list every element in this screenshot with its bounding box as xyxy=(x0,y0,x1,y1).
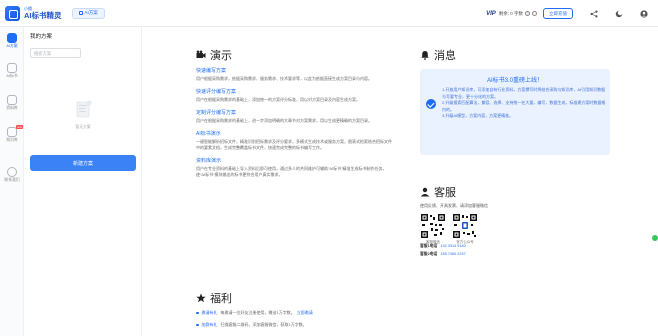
demo-desc: 用户在根据采购需求的基础上，添加统一的方案评分标准，用以对方案目录及内容生成方案… xyxy=(196,97,360,102)
top-bar: 小蜻 AI标书精灵 AI方案 VIP 剩余: 0 字数 ? 立即充值 xyxy=(0,0,658,27)
welfare-item: 邀请有礼 每邀请一位好友注册使用，赠送1万字数。 立即邀请 xyxy=(196,310,496,316)
plans-title: 我的方案 xyxy=(30,34,53,40)
welfare-text: 每邀请一位好友注册使用，赠送1万字数。 xyxy=(220,310,295,315)
balance-text: 剩余: 0 字数 xyxy=(498,10,523,16)
welfare-text: 扫描客服二维码，添加客服微信，获取1万字数。 xyxy=(220,322,307,327)
user-avatar-icon[interactable] xyxy=(639,9,648,18)
demo-item: 资料库演示 用户在专业资料的基础上导入资料后即可使用，通过多人的共同维护可辅助“… xyxy=(196,157,392,178)
bell-icon xyxy=(421,51,429,60)
contact-label: 客服1电话 xyxy=(420,244,438,248)
rail-label: AI方案 xyxy=(6,44,18,48)
official-account-qr-code xyxy=(452,213,478,239)
rail-label: 联系我们 xyxy=(4,178,20,182)
service-heading: 客服 xyxy=(420,184,456,200)
plans-sidebar: 我的方案 暂无方案 新建方案 xyxy=(24,27,142,336)
new-badge: new xyxy=(15,125,23,129)
demo-item: 快速编写方案 用户根据采购需求，依据采购需求、服务需求、技术要求等，以此为依据直… xyxy=(196,67,392,82)
rail-label: AI标书 xyxy=(6,74,18,78)
word-balance: 剩余: 0 字数 ? xyxy=(499,11,537,17)
check-circle-icon xyxy=(426,99,436,109)
demo-list: 快速编写方案 用户根据采购需求，依据采购需求、服务需求、技术要求等，以此为依据直… xyxy=(196,67,392,184)
app-logo[interactable]: 小蜻 AI标书精灵 xyxy=(5,5,62,21)
notice-lines: 1.开放用户知识库，可添加自有行业资料，方案撰写时将结合采购与知识库，AI引用知… xyxy=(442,87,606,120)
welfare-heading: 福利 xyxy=(196,290,232,306)
recharge-button[interactable]: 立即充值 xyxy=(543,8,573,19)
demo-title-link[interactable]: 快速评分编写方案 xyxy=(196,88,392,95)
welfare-list: 邀请有礼 每邀请一位好友注册使用，赠送1万字数。 立即邀请 加群有礼 扫描客服二… xyxy=(196,310,496,334)
plan-search-input[interactable] xyxy=(30,48,81,58)
demo-desc: 用户根据采购需求，依据采购需求、服务需求、技术要求等，以此为依据直接生成方案目录… xyxy=(196,76,372,81)
demo-title-link[interactable]: 定制评分编写方案 xyxy=(196,109,392,116)
rail-item-ai-bid[interactable]: AI标书 xyxy=(0,63,24,79)
main-content: 演示 快速编写方案 用户根据采购需求，依据采购需求、服务需求、技术要求等，以此为… xyxy=(142,27,658,336)
history-icon[interactable] xyxy=(532,11,537,16)
invite-link[interactable]: 立即邀请 xyxy=(297,310,313,316)
contact-line: 客服2电话 155 7450 2247 xyxy=(420,252,466,257)
demo-desc: 用户在专业资料的基础上导入资料后即可使用，通过多人的共同维护可辅助“AI标书”精… xyxy=(196,166,387,177)
chip-label: AI方案 xyxy=(84,10,98,15)
rail-item-library[interactable]: 资料库 xyxy=(0,95,24,111)
demo-desc: 用户在根据采购需求的基础上，进一步添加明确的大章节对方案需求，用以生成更精确的方… xyxy=(196,118,372,123)
contact-label: 客服2电话 xyxy=(420,252,438,256)
demo-item: 快速评分编写方案 用户在根据采购需求的基础上，添加统一的方案评分标准，用以对方案… xyxy=(196,88,392,103)
demo-title-link[interactable]: 资料库演示 xyxy=(196,157,392,164)
notice-title: AI标书3.0重磅上线！ xyxy=(486,78,543,84)
demo-title-link[interactable]: 快速编写方案 xyxy=(196,67,392,74)
contact-phone[interactable]: 132 3314 9140 xyxy=(440,244,465,248)
notice-heading: 消息 xyxy=(420,47,456,63)
notice-line: 1.开放用户知识库，可添加自有行业资料，方案撰写时将结合采购与知识库，AI引用知… xyxy=(442,87,606,99)
bullet-dot xyxy=(196,311,199,315)
float-help-button[interactable] xyxy=(652,235,658,241)
folder-icon xyxy=(7,95,17,105)
notice-line: 3.升级AI模型，方案内容，方案更精准。 xyxy=(442,113,514,118)
contact-line: 客服1电话 132 3314 9140 xyxy=(420,244,466,249)
demo-item: AI标书演示 一键智能解析招标文件，精准识别招标需求及评分要求，多模式生成技术或… xyxy=(196,130,392,151)
welfare-item: 加群有礼 扫描客服二维码，添加客服微信，获取1万字数。 xyxy=(196,322,496,328)
star-icon xyxy=(196,293,206,303)
rail-item-knowledge[interactable]: new 知识库 xyxy=(0,125,24,143)
empty-text: 暂无方案 xyxy=(75,125,91,129)
rail-label: 资料库 xyxy=(6,106,18,110)
notice-line: 2.升级搜索匹配算法，兼容、选择、支持统一在大量，编写，数据生成，标准建方案时数… xyxy=(442,100,606,112)
demo-desc: 一键智能解析招标文件，精准识别招标需求及评分要求，多模式生成技术或服务方案，图表… xyxy=(196,139,392,150)
notice-card: AI标书3.0重磅上线！ 1.开放用户知识库，可添加自有行业资料，方案撰写时将结… xyxy=(420,69,610,155)
ai-plan-chip[interactable]: AI方案 xyxy=(71,7,105,19)
demo-heading: 演示 xyxy=(196,47,232,63)
service-desc: 使用反馈、开具发票、请添加客服微信 xyxy=(420,203,488,208)
rail-label: 知识库 xyxy=(6,138,18,142)
vip-badge[interactable]: VIP xyxy=(486,11,496,17)
theme-icon[interactable] xyxy=(614,9,623,18)
chip-icon xyxy=(78,11,83,15)
welfare-tag: 邀请有礼 xyxy=(201,310,218,315)
video-icon xyxy=(196,50,206,58)
book-icon xyxy=(7,63,17,73)
logo-icon xyxy=(5,5,20,21)
document-icon xyxy=(7,33,17,43)
welfare-tag: 加群有礼 xyxy=(201,322,218,327)
rail-item-contact[interactable]: 联系我们 xyxy=(0,167,24,183)
bullet-dot xyxy=(196,323,199,327)
empty-illustration xyxy=(75,99,93,119)
logo-title: AI标书精灵 xyxy=(24,10,62,20)
help-icon[interactable]: ? xyxy=(525,11,530,16)
person-icon xyxy=(420,187,430,197)
wechat-qr-code xyxy=(420,213,446,239)
demo-item: 定制评分编写方案 用户在根据采购需求的基础上，进一步添加明确的大章节对方案需求，… xyxy=(196,109,392,124)
demo-title-link[interactable]: AI标书演示 xyxy=(196,130,392,137)
share-icon[interactable] xyxy=(589,9,598,18)
left-rail: AI方案 AI标书 资料库 new 知识库 联系我们 xyxy=(0,27,24,336)
rail-item-ai-plan[interactable]: AI方案 xyxy=(0,33,24,49)
new-plan-button[interactable]: 新建方案 xyxy=(30,155,136,171)
headset-icon xyxy=(7,167,17,177)
contact-phone[interactable]: 155 7450 2247 xyxy=(440,252,465,256)
